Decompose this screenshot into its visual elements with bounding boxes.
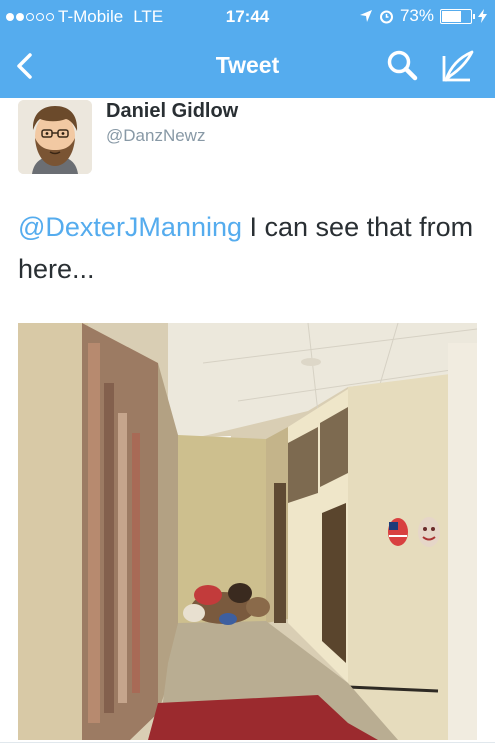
author-name[interactable]: Daniel Gidlow (106, 100, 238, 123)
battery-fill (442, 10, 461, 22)
avatar-illustration (18, 100, 92, 174)
compose-icon (442, 50, 474, 82)
charging-icon (478, 9, 487, 23)
status-bar: T-Mobile LTE 17:44 73% (0, 0, 495, 34)
search-icon (387, 50, 418, 81)
tweet-photo[interactable] (18, 323, 477, 740)
avatar[interactable] (18, 100, 92, 174)
divider (0, 742, 495, 743)
search-button[interactable] (384, 48, 420, 84)
page-title: Tweet (215, 52, 280, 78)
hallway-photo (18, 323, 477, 740)
location-icon (359, 10, 372, 22)
alarm-icon (379, 10, 393, 23)
compose-button[interactable] (440, 48, 476, 84)
battery-icon (440, 8, 475, 24)
mention-link[interactable]: @DexterJManning (18, 212, 242, 242)
navigation-bar: Tweet (0, 34, 495, 98)
tweet-text: @DexterJManning I can see that from here… (18, 206, 478, 290)
status-right-group: 73% (359, 6, 487, 26)
battery-nub (473, 13, 475, 19)
battery-percent: 73% (399, 6, 434, 25)
author-handle[interactable]: @DanzNewz (106, 126, 205, 146)
